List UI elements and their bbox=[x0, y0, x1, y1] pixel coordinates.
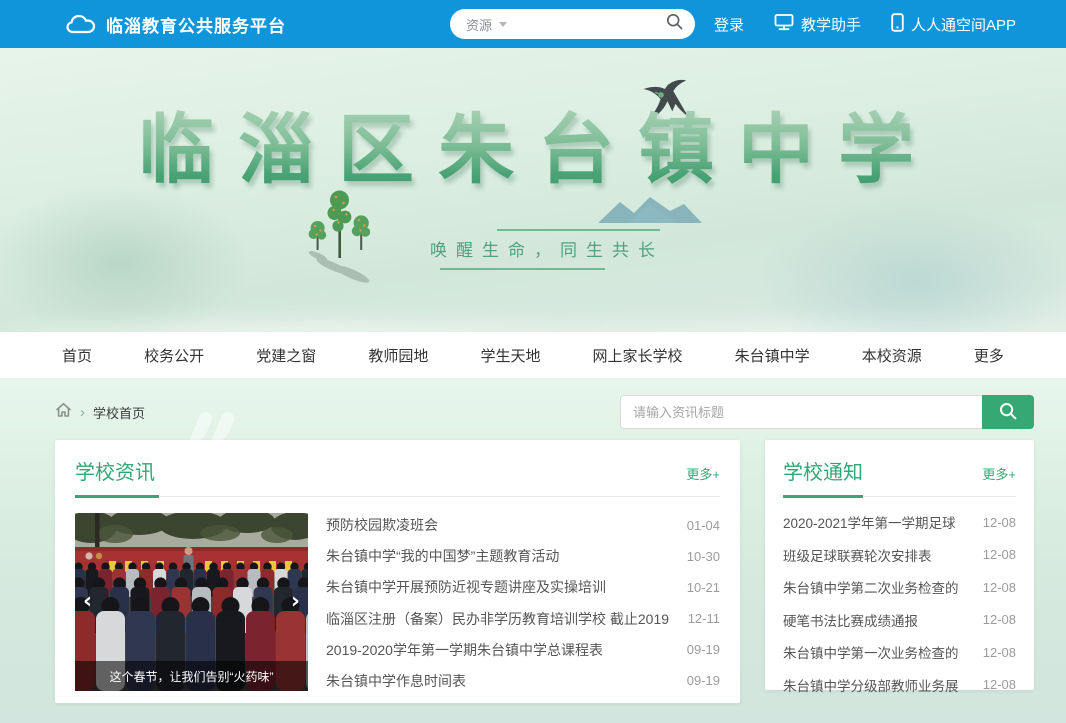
notice-more-link[interactable]: 更多+ bbox=[982, 464, 1016, 483]
nav-item-party-building[interactable]: 党建之窗 bbox=[256, 345, 316, 366]
nav-item-students[interactable]: 学生天地 bbox=[480, 345, 540, 366]
page: 临淄教育公共服务平台 资源 登录 bbox=[0, 0, 1066, 723]
nav-item-parent-school[interactable]: 网上家长学校 bbox=[593, 345, 683, 366]
news-item-title: 朱台镇中学作息时间表 bbox=[326, 671, 466, 691]
nav-item-more[interactable]: 更多 bbox=[974, 345, 1004, 366]
carousel-next-button[interactable]: › bbox=[291, 591, 300, 613]
notice-item[interactable]: 硬笔书法比赛成绩通报 12-08 bbox=[783, 610, 1016, 630]
breadcrumb-current[interactable]: 学校首页 bbox=[93, 403, 145, 422]
carousel-caption[interactable]: 这个春节，让我们告别“火药味” bbox=[75, 661, 308, 691]
notice-item-date: 12-08 bbox=[983, 645, 1016, 660]
notice-item-title: 朱台镇中学第一次业务检查的 bbox=[783, 642, 959, 662]
news-item-date: 10-21 bbox=[687, 580, 720, 595]
news-card-title: 学校资讯 bbox=[75, 456, 155, 485]
main-nav: 首页 校务公开 党建之窗 教师园地 学生天地 网上家长学校 朱台镇中学 本校资源… bbox=[0, 332, 1066, 378]
school-banner: 临淄区朱台镇中学 bbox=[0, 48, 1066, 332]
app-label: 人人通空间APP bbox=[911, 14, 1016, 35]
breadcrumb-separator: › bbox=[80, 405, 85, 420]
smartphone-icon bbox=[891, 13, 904, 36]
breadcrumb: › 学校首页 bbox=[55, 402, 145, 423]
app-link[interactable]: 人人通空间APP bbox=[891, 13, 1016, 36]
news-item-title: 朱台镇中学“我的中国梦”主题教育活动 bbox=[326, 546, 559, 566]
topbar-links: 登录 教学助手 人人通 bbox=[714, 0, 1016, 48]
news-item-date: 12-11 bbox=[688, 611, 720, 626]
notice-item[interactable]: 朱台镇中学分级部教师业务展 12-08 bbox=[783, 675, 1016, 695]
notice-item-title: 硬笔书法比赛成绩通报 bbox=[783, 610, 918, 630]
brand-title: 临淄教育公共服务平台 bbox=[106, 12, 286, 37]
carousel-prev-button[interactable]: ‹ bbox=[83, 591, 92, 613]
nav-item-teachers[interactable]: 教师园地 bbox=[368, 345, 428, 366]
news-item[interactable]: 临淄区注册（备案）民办非学历教育培训学校 截止2019 12-11 bbox=[326, 609, 720, 629]
news-searchbox bbox=[620, 395, 1034, 429]
cards-row: 学校资讯 更多+ bbox=[55, 440, 1034, 703]
news-item-title: 临淄区注册（备案）民办非学历教育培训学校 截止2019 bbox=[326, 609, 669, 629]
notice-item-title: 朱台镇中学分级部教师业务展 bbox=[783, 675, 959, 695]
content-area: › 学校首页 bbox=[0, 378, 1066, 723]
news-item-date: 01-04 bbox=[687, 518, 720, 533]
news-card-header: 学校资讯 更多+ bbox=[75, 456, 720, 485]
notice-item-date: 12-08 bbox=[983, 580, 1016, 595]
login-link[interactable]: 登录 bbox=[714, 14, 744, 35]
notice-item[interactable]: 朱台镇中学第二次业务检查的 12-08 bbox=[783, 577, 1016, 597]
login-label: 登录 bbox=[714, 14, 744, 35]
news-list: 预防校园欺凌班会 01-04 朱台镇中学“我的中国梦”主题教育活动 10-30 … bbox=[326, 513, 720, 691]
news-search-button[interactable] bbox=[982, 395, 1034, 429]
news-carousel[interactable]: ‹ › 这个春节，让我们告别“火药味” bbox=[75, 513, 308, 691]
trees-illustration bbox=[304, 186, 378, 295]
notice-item-date: 12-08 bbox=[983, 547, 1016, 562]
notice-item[interactable]: 朱台镇中学第一次业务检查的 12-08 bbox=[783, 642, 1016, 662]
notice-item-date: 12-08 bbox=[983, 612, 1016, 627]
teaching-assistant-label: 教学助手 bbox=[801, 14, 861, 35]
news-item[interactable]: 预防校园欺凌班会 01-04 bbox=[326, 515, 720, 535]
news-item-title: 预防校园欺凌班会 bbox=[326, 515, 438, 535]
notice-item-date: 12-08 bbox=[983, 677, 1016, 692]
teaching-assistant-link[interactable]: 教学助手 bbox=[774, 13, 861, 35]
news-item-date: 09-19 bbox=[687, 642, 720, 657]
topbar: 临淄教育公共服务平台 资源 登录 bbox=[0, 0, 1066, 48]
fog-decoration bbox=[0, 296, 1066, 332]
notice-item-date: 12-08 bbox=[983, 515, 1016, 530]
notice-item-title: 2020-2021学年第一学期足球 bbox=[783, 512, 956, 532]
monitor-icon bbox=[774, 13, 794, 35]
notice-card-title: 学校通知 bbox=[783, 456, 863, 485]
nav-item-school-affairs[interactable]: 校务公开 bbox=[144, 345, 204, 366]
news-item-title: 朱台镇中学开展预防近视专题讲座及实操培训 bbox=[326, 577, 606, 597]
chevron-down-icon bbox=[499, 22, 507, 27]
nav-item-zhutai-school[interactable]: 朱台镇中学 bbox=[735, 345, 810, 366]
school-news-card: 学校资讯 更多+ bbox=[55, 440, 740, 703]
banner-slogan: 唤醒生命，同生共长 bbox=[430, 236, 664, 261]
notice-item-title: 班级足球联赛轮次安排表 bbox=[783, 545, 932, 565]
news-item[interactable]: 朱台镇中学开展预防近视专题讲座及实操培训 10-21 bbox=[326, 577, 720, 597]
news-search-input[interactable] bbox=[620, 395, 982, 429]
slogan-line-top bbox=[497, 229, 660, 231]
brand-home-link[interactable]: 临淄教育公共服务平台 bbox=[66, 0, 286, 48]
home-icon[interactable] bbox=[55, 402, 72, 423]
slogan-line-bottom bbox=[440, 268, 605, 270]
toolbar-row: › 学校首页 bbox=[55, 395, 1034, 429]
magnifier-icon bbox=[999, 402, 1017, 423]
cloud-icon bbox=[66, 13, 96, 35]
news-item-date: 09-19 bbox=[687, 673, 720, 688]
news-item-date: 10-30 bbox=[687, 549, 720, 564]
notice-list: 2020-2021学年第一学期足球 12-08 班级足球联赛轮次安排表 12-0… bbox=[783, 512, 1016, 695]
news-header-rule bbox=[75, 495, 720, 498]
search-category-dropdown[interactable]: 资源 bbox=[466, 15, 492, 34]
notice-card-header: 学校通知 更多+ bbox=[783, 456, 1016, 485]
magnifier-icon[interactable] bbox=[666, 13, 683, 35]
banner-school-name: 临淄区朱台镇中学 bbox=[138, 104, 998, 195]
notice-header-rule bbox=[783, 495, 1016, 498]
notice-item[interactable]: 2020-2021学年第一学期足球 12-08 bbox=[783, 512, 1016, 532]
news-item[interactable]: 朱台镇中学作息时间表 09-19 bbox=[326, 671, 720, 691]
topbar-search[interactable]: 资源 bbox=[450, 9, 695, 39]
mountains-illustration bbox=[598, 196, 702, 229]
news-more-link[interactable]: 更多+ bbox=[686, 464, 720, 483]
notice-item-title: 朱台镇中学第二次业务检查的 bbox=[783, 577, 959, 597]
news-item-title: 2019-2020学年第一学期朱台镇中学总课程表 bbox=[326, 640, 603, 660]
nav-item-resources[interactable]: 本校资源 bbox=[862, 345, 922, 366]
news-item[interactable]: 2019-2020学年第一学期朱台镇中学总课程表 09-19 bbox=[326, 640, 720, 660]
news-item[interactable]: 朱台镇中学“我的中国梦”主题教育活动 10-30 bbox=[326, 546, 720, 566]
school-notice-card: 学校通知 更多+ 2020-2021学年第一学期足球 12-08 班级足球联赛轮… bbox=[765, 440, 1034, 690]
notice-item[interactable]: 班级足球联赛轮次安排表 12-08 bbox=[783, 545, 1016, 565]
nav-item-home[interactable]: 首页 bbox=[62, 345, 92, 366]
